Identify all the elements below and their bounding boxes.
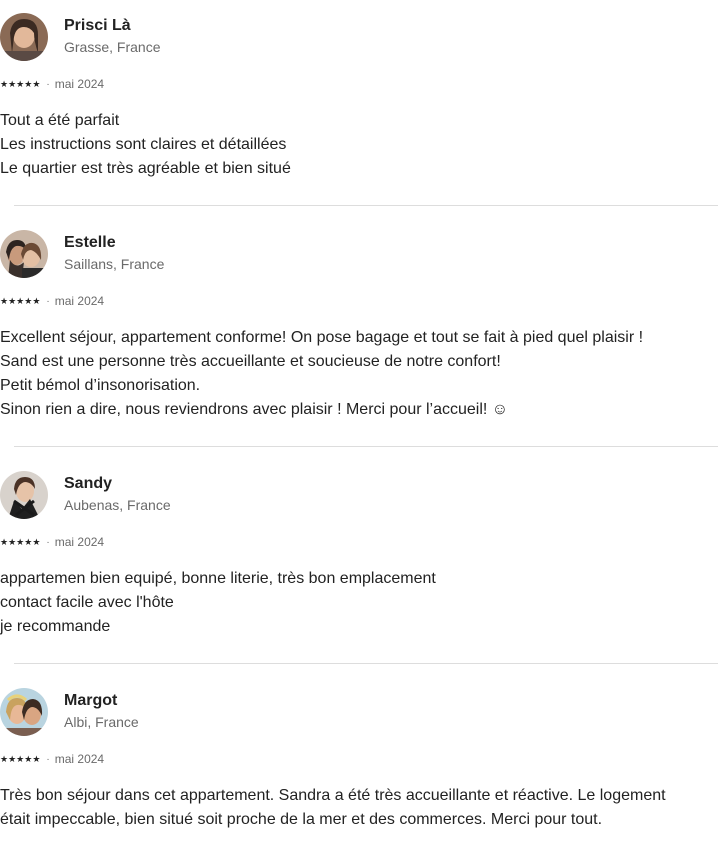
star-icon: ★ [0,295,9,306]
review-line: contact facile avec l'hôte [0,594,174,611]
avatar[interactable] [0,688,48,736]
review-line: je recommande [0,618,111,635]
review-text: appartemen bien equipé, bonne literie, t… [0,567,700,639]
reviewer-location: Albi, France [64,714,139,730]
review-line: Excellent séjour, appartement conforme! … [0,329,644,346]
review-line: appartemen bien equipé, bonne literie, t… [0,570,436,587]
review-line: Petit bémol d’insonorisation. [0,377,201,394]
star-icon: ★ [24,78,33,89]
meta-separator: · [46,753,50,765]
star-rating: ★ ★ ★ ★ ★ [0,753,41,764]
review-item: Margot Albi, France ★ ★ ★ ★ ★ · mai 2024… [0,675,718,841]
review-line: Sinon rien a dire, nous reviendrons avec… [0,401,509,418]
review-meta: ★ ★ ★ ★ ★ · mai 2024 [0,535,104,549]
meta-separator: · [46,78,50,90]
star-icon: ★ [24,295,33,306]
star-icon: ★ [32,753,41,764]
review-date: mai 2024 [54,294,105,308]
reviewer-location: Grasse, France [64,39,161,55]
review-date: mai 2024 [54,752,105,766]
star-icon: ★ [16,753,25,764]
star-icon: ★ [8,536,17,547]
star-icon: ★ [16,536,25,547]
review-line: Sand est une personne très accueillante … [0,353,501,370]
star-icon: ★ [0,753,9,764]
divider [14,446,718,447]
review-line: Tout a été parfait [0,112,120,129]
star-rating: ★ ★ ★ ★ ★ [0,78,41,89]
reviewer-name: Estelle [64,234,116,251]
star-rating: ★ ★ ★ ★ ★ [0,295,41,306]
review-line: Le quartier est très agréable et bien si… [0,160,291,177]
review-date: mai 2024 [54,535,105,549]
star-icon: ★ [32,536,41,547]
divider [14,663,718,664]
review-meta: ★ ★ ★ ★ ★ · mai 2024 [0,294,104,308]
divider [14,205,718,206]
meta-separator: · [46,536,50,548]
avatar[interactable] [0,13,48,61]
review-text: Tout a été parfait Les instructions sont… [0,109,700,181]
star-rating: ★ ★ ★ ★ ★ [0,536,41,547]
review-text: Excellent séjour, appartement conforme! … [0,326,700,422]
review-item: Prisci Là Grasse, France ★ ★ ★ ★ ★ · mai… [0,0,718,205]
star-icon: ★ [24,753,33,764]
avatar[interactable] [0,230,48,278]
star-icon: ★ [32,295,41,306]
star-icon: ★ [32,78,41,89]
review-text: Très bon séjour dans cet appartement. Sa… [0,784,696,832]
reviewer-name: Prisci Là [64,17,131,34]
review-meta: ★ ★ ★ ★ ★ · mai 2024 [0,77,104,91]
meta-separator: · [46,295,50,307]
reviewer-location: Aubenas, France [64,497,171,513]
star-icon: ★ [8,78,17,89]
review-date: mai 2024 [54,77,105,91]
avatar[interactable] [0,471,48,519]
review-line: Les instructions sont claires et détaill… [0,136,287,153]
star-icon: ★ [16,295,25,306]
star-icon: ★ [16,78,25,89]
star-icon: ★ [0,536,9,547]
star-icon: ★ [24,536,33,547]
review-meta: ★ ★ ★ ★ ★ · mai 2024 [0,752,104,766]
reviewer-name: Margot [64,692,118,709]
review-item: Estelle Saillans, France ★ ★ ★ ★ ★ · mai… [0,217,718,446]
review-line: Très bon séjour dans cet appartement. Sa… [0,787,666,828]
reviewer-name: Sandy [64,475,113,492]
star-icon: ★ [8,753,17,764]
star-icon: ★ [0,78,9,89]
review-item: Sandy Aubenas, France ★ ★ ★ ★ ★ · mai 20… [0,458,718,663]
reviewer-location: Saillans, France [64,256,165,272]
star-icon: ★ [8,295,17,306]
